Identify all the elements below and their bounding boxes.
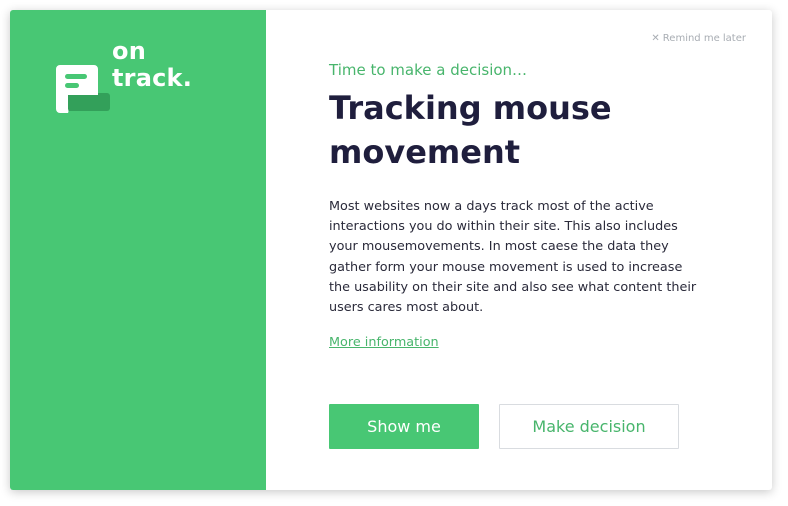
make-decision-button[interactable]: Make decision [499,404,679,449]
show-me-button[interactable]: Show me [329,404,479,449]
eyebrow-text: Time to make a decision… [329,61,528,79]
more-information-link[interactable]: More information [329,335,439,350]
decision-dialog: on track. ✕ Remind me later Time to make … [10,10,772,490]
dialog-title: Tracking mouse movement [329,89,612,171]
remind-me-later-label: Remind me later [662,33,746,44]
content-panel: ✕ Remind me later Time to make a decision… [266,10,772,490]
logo-line-2: track. [112,64,193,92]
brand-panel: on track. [10,10,266,490]
close-icon: ✕ [651,33,660,44]
logo-wordmark: on track. [112,38,192,92]
dialog-body-text: Most websites now a days track most of t… [329,199,697,316]
remind-me-later-link[interactable]: ✕ Remind me later [651,33,746,44]
document-icon [56,65,110,113]
logo: on track. [56,38,216,118]
logo-line-1: on [112,37,146,65]
